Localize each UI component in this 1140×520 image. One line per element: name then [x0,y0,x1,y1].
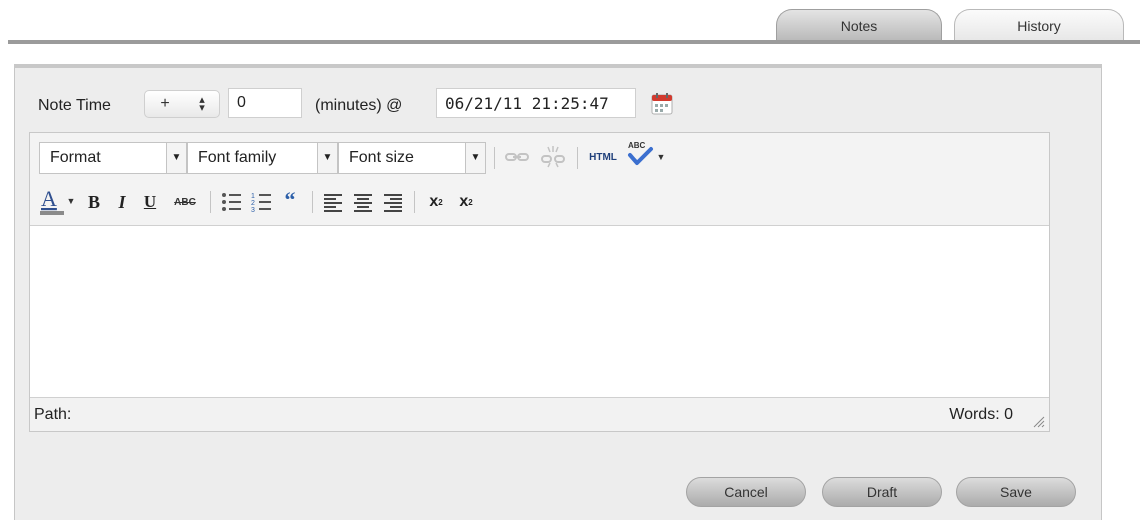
blockquote-icon[interactable]: “ [278,187,302,212]
text-color-dropdown-icon[interactable]: ▼ [65,191,77,211]
save-button[interactable]: Save [956,477,1076,507]
calendar-icon[interactable] [650,92,674,116]
cancel-button-label: Cancel [724,484,768,500]
minutes-label: (minutes) @ [315,97,403,114]
svg-text:1: 1 [251,193,255,200]
font-family-select[interactable]: Font family ▼ [187,142,338,174]
cancel-button[interactable]: Cancel [686,477,806,507]
link-icon[interactable] [504,149,530,165]
underline-icon[interactable]: U [138,190,162,214]
subscript-icon[interactable]: x2 [424,191,448,213]
align-right-icon[interactable] [382,191,404,213]
font-size-select[interactable]: Font size ▼ [338,142,486,174]
font-size-select-label: Font size [349,149,414,166]
format-select[interactable]: Format ▼ [39,142,187,174]
svg-text:2: 2 [251,200,255,207]
format-select-label: Format [50,149,101,166]
html-source-label: HTML [589,151,617,163]
unlink-icon[interactable] [540,145,566,169]
note-datetime-input[interactable] [436,88,636,118]
numbered-list-icon[interactable]: 1 2 3 [250,191,272,213]
tab-bar-divider [8,40,1140,44]
toolbar-separator [577,147,578,169]
save-button-label: Save [1000,484,1032,500]
editor-status-bar: Path: Words: 0 [30,398,1049,431]
word-count: Words: 0 [949,406,1013,423]
chevron-down-icon: ▼ [465,143,485,173]
italic-icon[interactable]: I [110,190,134,214]
toolbar-separator [494,147,495,169]
minutes-input[interactable] [228,88,302,118]
tab-notes[interactable]: Notes [776,9,942,41]
resize-grip-icon[interactable] [1031,414,1045,428]
toolbar-separator [210,191,211,213]
font-family-select-label: Font family [198,149,277,166]
tab-history-label: History [1017,17,1061,34]
strikethrough-icon[interactable]: ABC [168,190,202,214]
html-source-icon[interactable]: HTML [586,149,620,165]
tab-history[interactable]: History [954,9,1124,41]
chevron-down-icon: ▼ [166,143,186,173]
rich-text-editor: Format ▼ Font family ▼ Font size ▼ HTML … [29,132,1050,432]
toolbar-separator [414,191,415,213]
editor-toolbar: Format ▼ Font family ▼ Font size ▼ HTML … [30,133,1049,226]
stepper-arrows-icon: ▴ ▾ [199,94,205,114]
note-time-sign-value: + [160,95,170,112]
svg-text:3: 3 [251,207,255,213]
tab-notes-label: Notes [840,17,878,34]
draft-button[interactable]: Draft [822,477,942,507]
spellcheck-icon[interactable]: ABC [626,139,654,167]
note-time-sign-select[interactable]: + ▴ ▾ [144,90,220,118]
svg-text:A: A [41,187,57,211]
bullet-list-icon[interactable] [220,191,242,213]
draft-button-label: Draft [866,484,898,500]
chevron-down-icon: ▼ [317,143,337,173]
bold-icon[interactable]: B [82,190,106,214]
svg-text:ABC: ABC [628,141,646,150]
spellcheck-dropdown-icon[interactable]: ▼ [654,147,668,167]
path-label: Path: [34,406,72,423]
editor-content-area[interactable] [30,226,1049,398]
align-center-icon[interactable] [352,191,374,213]
note-time-label: Note Time [38,97,111,114]
superscript-icon[interactable]: x2 [454,191,478,213]
toolbar-separator [312,191,313,213]
align-left-icon[interactable] [322,191,344,213]
text-color-icon[interactable]: A [39,187,65,217]
